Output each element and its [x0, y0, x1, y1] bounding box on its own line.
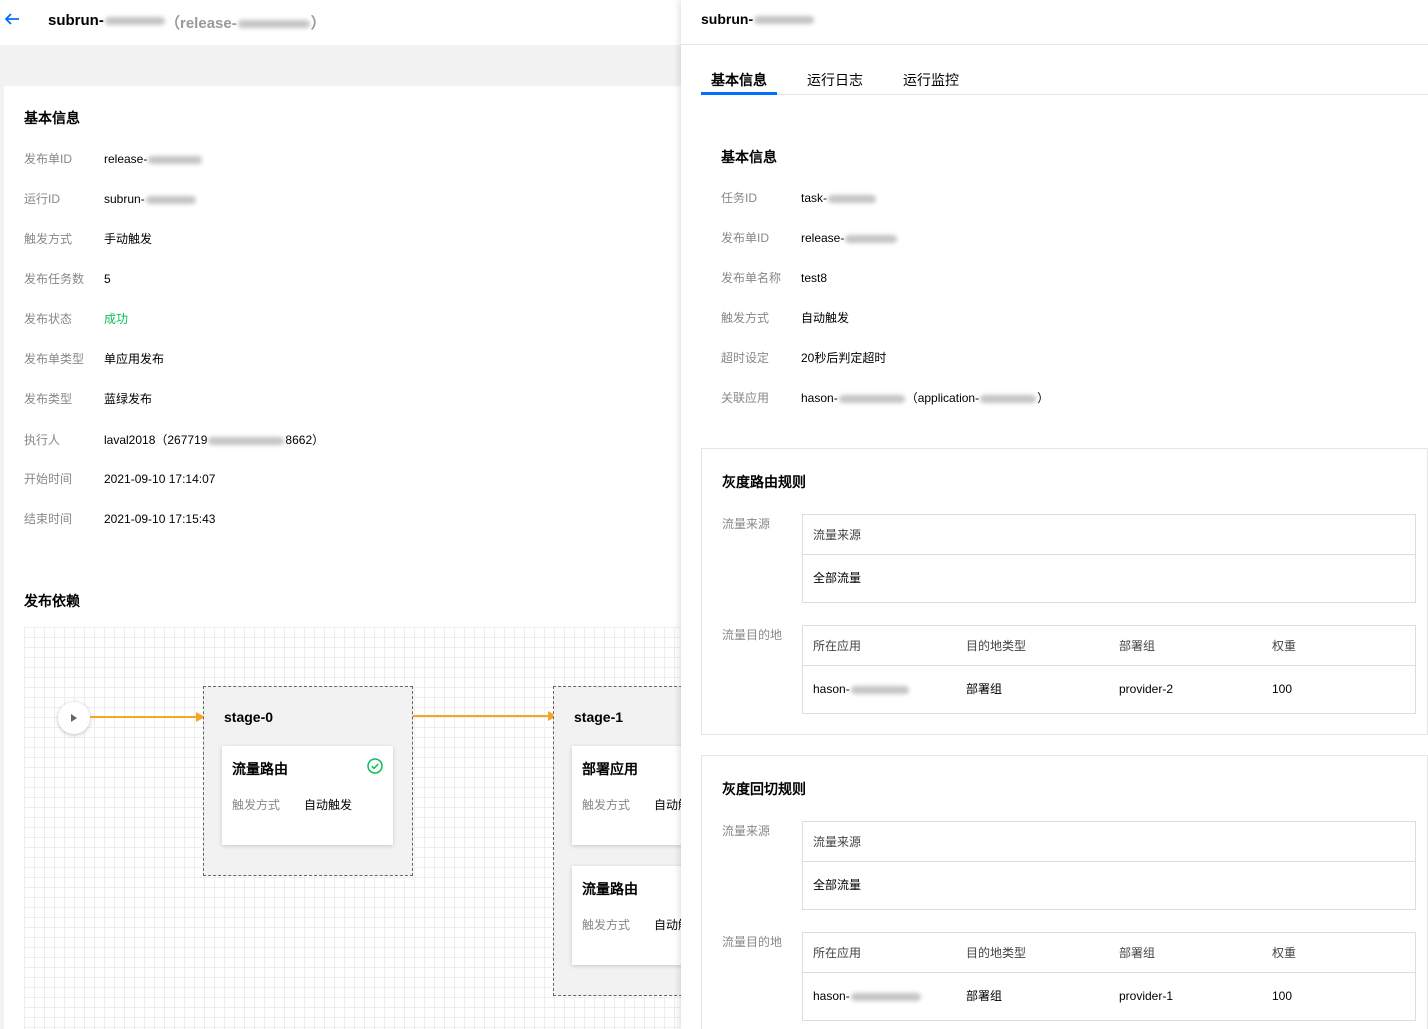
stage-title: stage-0 [224, 709, 274, 725]
info-row-timeout: 超时设定 20秒后判定超时 [721, 351, 887, 365]
pipeline-canvas[interactable]: stage-0 流量路由 触发方式 自动触发 stage-1 部署应用 触发方式… [24, 627, 681, 1029]
task-trigger: 触发方式自动触发 [582, 918, 681, 932]
deps-title: 发布依赖 [24, 593, 80, 609]
check-circle-icon [367, 758, 383, 774]
rule-title: 灰度回切规则 [722, 781, 806, 797]
redacted-text [148, 155, 203, 164]
status-badge: 成功 [104, 312, 129, 326]
info-row-run-id: 运行ID subrun- [24, 189, 197, 209]
table-header: 流量来源 [803, 515, 1415, 555]
redacted-text [754, 16, 815, 25]
page-title: subrun- [48, 12, 166, 29]
tab-basic-info[interactable]: 基本信息 [711, 70, 767, 90]
redacted-text [145, 195, 196, 204]
info-row-executor: 执行人 laval2018（267719 8662） [24, 433, 325, 447]
play-icon [71, 714, 77, 722]
dest-table: 所在应用 目的地类型 部署组 权重 hason- 部署组 provider-1 … [802, 932, 1416, 1021]
table-row: 全部流量 [813, 878, 862, 892]
info-row-related-app: 关联应用 hason- （application-） [721, 391, 1050, 405]
task-trigger: 触发方式自动触发 [232, 798, 353, 812]
gray-rollback-rule-panel: 灰度回切规则 流量来源 流量来源 全部流量 流量目的地 所在应用 目的地类型 部… [701, 755, 1428, 1029]
stage-card-1: stage-1 部署应用 触发方式自动触发 流量路由 触发方式自动触发 [553, 686, 681, 996]
page-header: subrun- （release-） [0, 0, 681, 45]
info-row-start-time: 开始时间 2021-09-10 17:14:07 [24, 472, 216, 486]
flow-connector [90, 716, 200, 718]
source-label: 流量来源 [722, 824, 771, 838]
info-row-release-id: 发布单ID release- [24, 149, 203, 169]
info-row-release-id: 发布单ID release- [721, 228, 898, 248]
task-card-traffic-route[interactable]: 流量路由 触发方式自动触发 [572, 866, 681, 965]
redacted-text [828, 194, 877, 203]
stage-title: stage-1 [574, 709, 624, 725]
basic-info-title: 基本信息 [24, 110, 80, 126]
start-node[interactable] [58, 702, 90, 734]
redacted-text [845, 234, 898, 243]
content-card: 基本信息 发布单ID release- 运行ID subrun- 触发方式 手动触发 … [4, 86, 681, 1029]
task-name: 流量路由 [582, 881, 638, 897]
redacted-text [838, 394, 905, 403]
active-tab-indicator [701, 92, 777, 95]
task-name: 部署应用 [582, 761, 638, 777]
info-row-task-count: 发布任务数 5 [24, 272, 111, 286]
redacted-text [104, 17, 165, 26]
dest-label: 流量目的地 [722, 628, 783, 642]
flow-connector [413, 715, 551, 717]
info-row-task-id: 任务ID task- [721, 188, 877, 208]
gray-route-rule-panel: 灰度路由规则 流量来源 流量来源 全部流量 流量目的地 所在应用 目的地类型 部… [701, 448, 1428, 735]
basic-info-title: 基本信息 [721, 149, 777, 165]
table-header: 所在应用 目的地类型 部署组 权重 [803, 626, 1415, 666]
redacted-text [208, 436, 285, 445]
task-name: 流量路由 [232, 761, 288, 777]
table-row: hason- 部署组 provider-2 100 [813, 682, 1293, 696]
stage-card-0: stage-0 流量路由 触发方式 自动触发 [203, 686, 413, 876]
drawer-header: subrun- [681, 0, 1428, 45]
redacted-text [980, 394, 1037, 403]
task-detail-drawer: subrun- 基本信息 运行日志 运行监控 基本信息 任务ID task- 发布… [681, 0, 1428, 1029]
info-row-release-name: 发布单名称 test8 [721, 271, 828, 285]
source-table: 流量来源 全部流量 [802, 821, 1416, 910]
tab-run-log[interactable]: 运行日志 [807, 70, 863, 90]
redacted-text [850, 992, 921, 1001]
info-row-status: 发布状态 成功 [24, 312, 129, 326]
task-card-traffic-route[interactable]: 流量路由 触发方式自动触发 [222, 746, 393, 845]
dest-table: 所在应用 目的地类型 部署组 权重 hason- 部署组 provider-2 … [802, 625, 1416, 714]
page-subtitle: （release-） [165, 15, 326, 32]
drawer-title: subrun- [701, 11, 815, 27]
info-row-trigger: 触发方式 自动触发 [721, 311, 850, 325]
tab-run-monitor[interactable]: 运行监控 [903, 70, 959, 90]
dest-label: 流量目的地 [722, 935, 783, 949]
source-table: 流量来源 全部流量 [802, 514, 1416, 603]
redacted-text [850, 685, 909, 694]
release-run-page: subrun- （release-） 基本信息 发布单ID release- 运行… [0, 0, 681, 1029]
rule-title: 灰度路由规则 [722, 474, 806, 490]
task-card-deploy-app[interactable]: 部署应用 触发方式自动触发 [572, 746, 681, 845]
table-row: 全部流量 [813, 571, 862, 585]
source-label: 流量来源 [722, 517, 771, 531]
arrow-left-icon[interactable] [4, 11, 20, 27]
info-row-deploy-type: 发布类型 蓝绿发布 [24, 392, 153, 406]
redacted-text [237, 20, 310, 29]
info-row-release-type: 发布单类型 单应用发布 [24, 352, 165, 366]
info-row-trigger: 触发方式 手动触发 [24, 232, 153, 246]
table-header: 流量来源 [803, 822, 1415, 862]
table-header: 所在应用 目的地类型 部署组 权重 [803, 933, 1415, 973]
info-row-end-time: 结束时间 2021-09-10 17:15:43 [24, 512, 216, 526]
table-row: hason- 部署组 provider-1 100 [813, 989, 1293, 1003]
tab-bar: 基本信息 运行日志 运行监控 [701, 62, 1428, 95]
task-trigger: 触发方式自动触发 [582, 798, 681, 812]
